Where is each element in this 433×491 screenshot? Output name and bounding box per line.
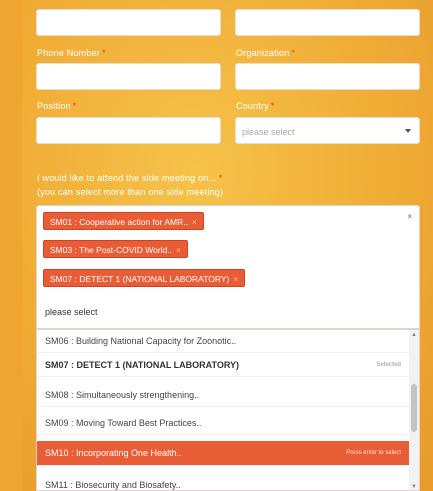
dropdown-option[interactable]: SM11 : Biosecurity and Biosafety.. [37,474,409,490]
option-label: SM09 : Moving Toward Best Practices.. [45,418,202,428]
required-mark: * [72,101,77,111]
option-label: SM11 : Biosecurity and Biosafety.. [45,480,181,490]
dropdown-option-selected[interactable]: SM07 : DETECT 1 (NATIONAL LABORATORY) Se… [37,354,409,377]
position-label-text: Position [37,101,71,111]
selected-tag[interactable]: SM03 : The Post-COVID World.. × [43,240,188,258]
side-meeting-multiselect[interactable]: × SM01 : Cooperative action for AMR.. × S… [36,205,420,329]
scroll-up-icon[interactable]: ▲ [411,332,417,338]
option-hint: Press enter to select [346,450,401,456]
required-mark: * [101,48,106,58]
multiselect-search-input[interactable]: please select [45,307,98,317]
country-select[interactable]: please select [235,117,420,144]
chevron-down-icon [405,129,411,133]
selected-tag[interactable]: SM07 : DETECT 1 (NATIONAL LABORATORY) × [43,269,246,287]
side-meeting-hint: (you can select more than one side meeti… [37,187,224,197]
selected-tag-label: SM07 : DETECT 1 (NATIONAL LABORATORY) [50,274,230,284]
remove-tag-icon[interactable]: × [233,275,238,284]
organization-input[interactable] [235,63,420,90]
side-meeting-dropdown-list[interactable]: SM06 : Building National Capacity for Zo… [36,329,420,491]
option-label: SM08 : Simultaneously strengthening.. [45,390,200,400]
country-label-text: Country [236,101,269,111]
page-side-strip [0,0,22,491]
scroll-down-icon[interactable]: ▼ [411,484,417,490]
position-input[interactable] [36,117,221,144]
remove-tag-icon[interactable]: × [176,246,181,255]
required-mark: * [218,173,223,183]
dropdown-option[interactable]: SM06 : Building National Capacity for Zo… [37,330,409,353]
dropdown-option[interactable]: SM09 : Moving Toward Best Practices.. [37,412,409,435]
scrollbar-thumb[interactable] [411,384,417,432]
required-mark: * [270,101,275,111]
text-input-top-right[interactable] [235,9,420,36]
option-hint: Selected [376,362,401,368]
country-label: Country * [236,101,275,111]
dropdown-option-highlighted[interactable]: SM10 : Incorporating One Health.. Press … [37,441,409,466]
phone-label-text: Phone Number [37,48,100,58]
selected-tag-label: SM01 : Cooperative action for AMR.. [50,217,188,227]
country-placeholder: please select [242,127,295,137]
organization-label: Organization * [236,48,295,58]
option-label: SM06 : Building National Capacity for Zo… [45,336,237,346]
phone-label: Phone Number * [37,48,106,58]
text-input-top-left[interactable] [36,9,221,36]
dropdown-option[interactable]: SM08 : Simultaneously strengthening.. [37,384,409,407]
remove-tag-icon[interactable]: × [192,218,197,227]
selected-tag-label: SM03 : The Post-COVID World.. [50,245,173,255]
side-meeting-label-text: I would like to attend the side meeting … [37,173,217,183]
selected-tag[interactable]: SM01 : Cooperative action for AMR.. × [43,212,204,230]
organization-label-text: Organization [236,48,290,58]
position-label: Position * [37,101,76,111]
option-label: SM07 : DETECT 1 (NATIONAL LABORATORY) [45,360,240,370]
dropdown-scrollbar[interactable]: ▲ ▼ [409,330,419,490]
phone-input[interactable] [36,63,221,90]
clear-icon[interactable]: × [407,212,412,221]
side-meeting-label: I would like to attend the side meeting … [37,173,222,183]
option-label: SM10 : Incorporating One Health.. [45,448,182,458]
required-mark: * [291,48,296,58]
